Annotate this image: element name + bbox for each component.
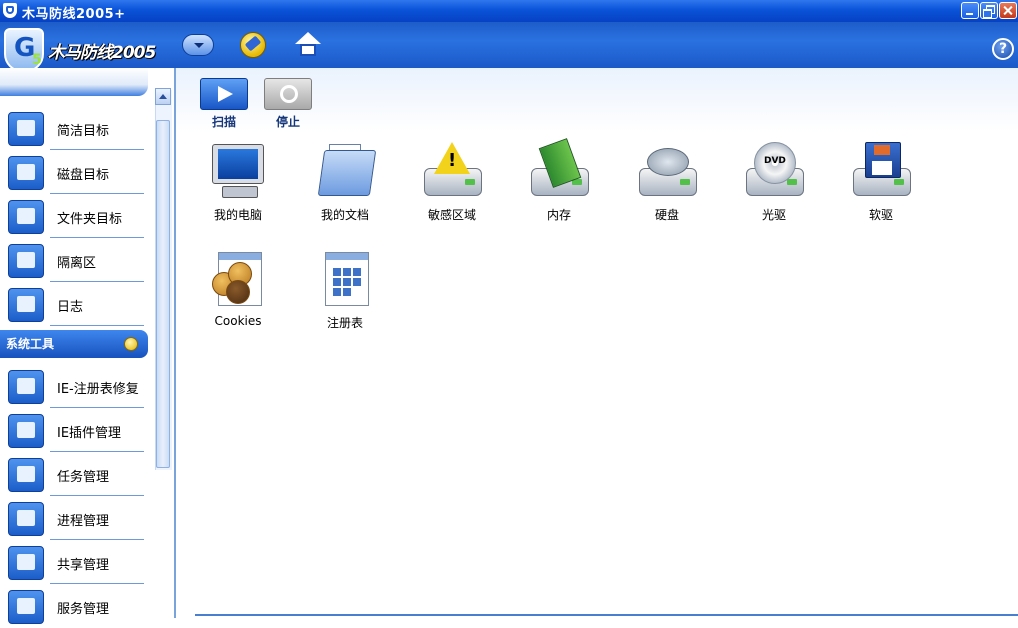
- sidebar-item-label: 简洁目标: [57, 124, 110, 139]
- target-cookies[interactable]: Cookies: [198, 250, 278, 340]
- share-manager-icon: [8, 546, 44, 580]
- sidebar-item-quarantine[interactable]: 隔离区: [0, 238, 148, 282]
- scroll-up-arrow-icon[interactable]: [155, 88, 171, 105]
- process-manager-icon: [8, 502, 44, 536]
- registry-icon: [315, 250, 375, 308]
- task-manager-icon: [8, 458, 44, 492]
- stop-button[interactable]: 停止: [263, 78, 313, 132]
- sidebar-top-cap: [0, 68, 148, 96]
- stop-icon: [264, 78, 312, 110]
- sidebar-item-label: 服务管理: [57, 602, 110, 617]
- folder-target-icon: [8, 200, 44, 234]
- sensitive-area-icon: !: [422, 142, 482, 200]
- my-documents-icon: [315, 142, 377, 200]
- sidebar-item-simple-target[interactable]: 简洁目标: [0, 106, 148, 150]
- target-my-computer[interactable]: 我的电脑: [198, 142, 278, 232]
- my-computer-icon: [208, 142, 268, 200]
- target-sensitive-area[interactable]: ! 敏感区域: [412, 142, 492, 232]
- sidebar-item-process-manager[interactable]: 进程管理: [0, 496, 148, 540]
- panel-bottom-border: [195, 614, 1018, 616]
- log-icon: [8, 288, 44, 322]
- target-memory[interactable]: 内存: [519, 138, 599, 232]
- scan-label: 扫描: [211, 115, 236, 129]
- floppy-drive-icon: [851, 142, 911, 200]
- target-registry[interactable]: 注册表: [305, 250, 385, 340]
- disk-target-icon: [8, 156, 44, 190]
- sidebar-item-label: 进程管理: [57, 514, 110, 529]
- simple-target-icon: [8, 112, 44, 146]
- scan-button[interactable]: 扫描: [199, 78, 249, 132]
- quarantine-icon: [8, 244, 44, 278]
- sidebar-item-label: 日志: [57, 300, 84, 315]
- target-dvd-drive[interactable]: DVD 光驱: [734, 142, 814, 232]
- section-header-system-tools[interactable]: 系统工具: [0, 330, 148, 358]
- sidebar-item-task-manager[interactable]: 任务管理: [0, 452, 148, 496]
- sidebar-item-log[interactable]: 日志: [0, 282, 148, 326]
- sidebar-item-folder-target[interactable]: 文件夹目标: [0, 194, 148, 238]
- sidebar-item-label: 任务管理: [57, 470, 110, 485]
- logo-text: 木马防线2005: [48, 43, 156, 63]
- maximize-button[interactable]: [980, 2, 998, 19]
- section-title: 系统工具: [6, 337, 55, 351]
- sidebar-item-service-manager[interactable]: 服务管理: [0, 584, 148, 628]
- target-floppy-drive[interactable]: 软驱: [841, 142, 921, 232]
- scrollbar-thumb[interactable]: [156, 120, 170, 468]
- minimize-button[interactable]: [961, 2, 979, 19]
- cookies-icon: [208, 250, 268, 308]
- memory-icon: [529, 138, 589, 200]
- service-manager-icon: [8, 590, 44, 624]
- sidebar-item-ie-repair[interactable]: IE-注册表修复: [0, 364, 148, 408]
- scan-toolbar: 扫描 停止: [176, 68, 1018, 132]
- menu-dropdown-button[interactable]: [180, 30, 216, 60]
- help-button[interactable]: ?: [992, 38, 1014, 60]
- update-button[interactable]: [236, 30, 272, 60]
- sidebar-item-share-manager[interactable]: 共享管理: [0, 540, 148, 584]
- target-my-documents[interactable]: 我的文档: [305, 142, 385, 232]
- shield-app-icon: [3, 3, 17, 18]
- stop-label: 停止: [275, 115, 300, 129]
- sidebar-item-label: 隔离区: [57, 256, 97, 271]
- sidebar-item-label: IE插件管理: [57, 426, 122, 441]
- main-panel: 扫描 停止 我的电脑 我的文档 ! 敏感区域 内存 硬盘 DVD 光驱 软驱 C…: [176, 68, 1018, 618]
- ie-plugin-icon: [8, 414, 44, 448]
- target-hard-disk[interactable]: 硬盘: [627, 142, 707, 232]
- collapse-icon[interactable]: [124, 337, 138, 351]
- hard-disk-icon: [637, 142, 697, 200]
- logo-mark: 5: [32, 52, 42, 68]
- sidebar-item-label: 共享管理: [57, 558, 110, 573]
- ie-repair-icon: [8, 370, 44, 404]
- sidebar-item-label: 文件夹目标: [57, 212, 123, 227]
- app-logo: G 5 木马防线2005: [4, 24, 172, 74]
- home-button[interactable]: [290, 30, 326, 60]
- title-bar: 木马防线2005+: [0, 0, 1018, 22]
- sidebar: 简洁目标 磁盘目标 文件夹目标 隔离区 日志 系统工具 IE-注册表修复 IE插…: [0, 68, 176, 624]
- dvd-drive-icon: DVD: [744, 142, 804, 200]
- play-icon: [200, 78, 248, 110]
- sidebar-item-ie-plugin[interactable]: IE插件管理: [0, 408, 148, 452]
- sidebar-item-label: 磁盘目标: [57, 168, 110, 183]
- close-button[interactable]: [999, 2, 1017, 19]
- window-title: 木马防线2005+: [22, 7, 126, 22]
- sidebar-item-label: IE-注册表修复: [57, 382, 139, 397]
- sidebar-item-disk-target[interactable]: 磁盘目标: [0, 150, 148, 194]
